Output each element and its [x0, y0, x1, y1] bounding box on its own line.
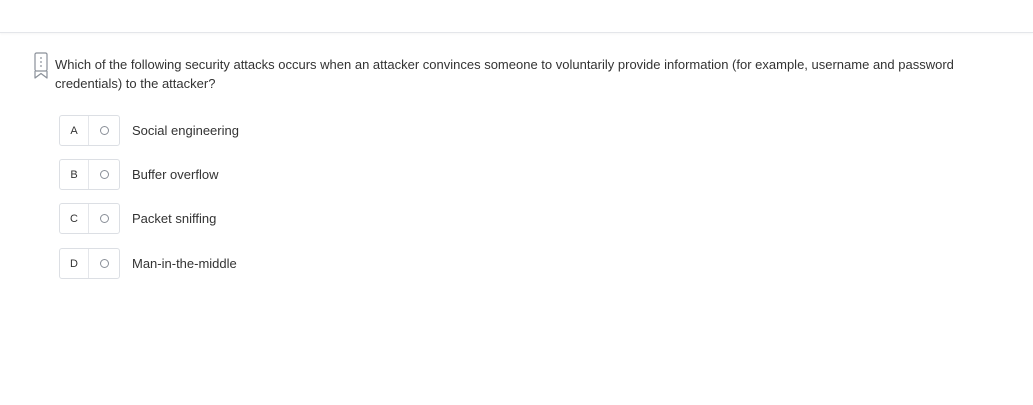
radio-wrap[interactable] — [89, 259, 119, 268]
option-label: Man-in-the-middle — [132, 256, 237, 271]
radio-button[interactable] — [99, 214, 109, 223]
top-bar — [0, 0, 1033, 33]
radio-button[interactable] — [99, 170, 109, 179]
radio-wrap[interactable] — [89, 170, 119, 179]
option-box[interactable]: C — [59, 203, 120, 234]
option-label: Buffer overflow — [132, 167, 219, 182]
bookmark-icon[interactable] — [34, 52, 48, 80]
option-label: Packet sniffing — [132, 211, 217, 226]
radio-button[interactable] — [99, 126, 109, 135]
option-box[interactable]: D — [59, 248, 120, 279]
option-box[interactable]: B — [59, 159, 120, 190]
radio-button[interactable] — [99, 259, 109, 268]
option-b[interactable]: B Buffer overflow — [59, 159, 459, 190]
option-letter: D — [70, 257, 78, 270]
radio-wrap[interactable] — [89, 126, 119, 135]
option-letter: C — [70, 212, 78, 225]
radio-wrap[interactable] — [89, 214, 119, 223]
option-a[interactable]: A Social engineering — [59, 115, 459, 146]
option-d[interactable]: D Man-in-the-middle — [59, 248, 459, 279]
option-c[interactable]: C Packet sniffing — [59, 203, 459, 234]
option-letter: A — [70, 124, 78, 137]
question-text: Which of the following security attacks … — [55, 57, 954, 91]
option-letter: B — [70, 168, 78, 181]
option-box[interactable]: A — [59, 115, 120, 146]
option-label: Social engineering — [132, 123, 239, 138]
